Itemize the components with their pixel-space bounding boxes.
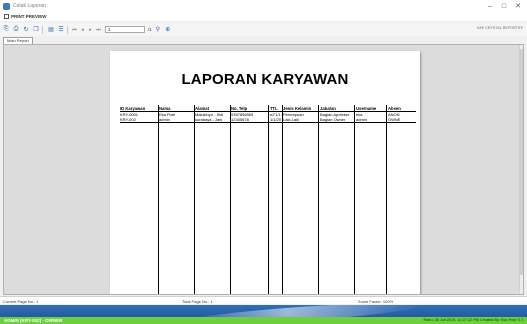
report-title: LAPORAN KARYAWAN — [181, 71, 349, 88]
column-header: Alamat — [195, 106, 209, 111]
table-header-row: ID Karyawan Nama Alamat No. Telp TTL Jen… — [120, 105, 416, 112]
minimize-button[interactable]: – — [483, 0, 497, 12]
group-tree-icon[interactable]: ☰ — [57, 26, 65, 34]
zoom-icon[interactable]: ⊕ — [164, 26, 172, 34]
logged-in-user: ADMIN (KRY-002) - OWNER — [4, 318, 63, 323]
page-number-input[interactable]: 1 — [105, 26, 145, 33]
toolbar-divider — [67, 25, 68, 34]
binoculars-icon[interactable]: ⚲ — [154, 26, 162, 34]
window-controls: – □ ✕ — [483, 0, 525, 12]
column-header: ID Karyawan — [120, 106, 146, 111]
export-icon[interactable]: ⎘ — [2, 26, 10, 34]
tab-main-report[interactable]: Main Report — [3, 37, 33, 44]
current-page-status: Current Page No.: 1 — [3, 299, 39, 304]
zoom-factor-status: Zoom Factor: 100% — [358, 299, 394, 304]
report-viewer-area: LAPORAN KARYAWAN ID Karyawan Nama Alamat… — [3, 44, 524, 295]
report-page: LAPORAN KARYAWAN ID Karyawan Nama Alamat… — [110, 51, 420, 294]
crystal-reports-brand: SAP CRYSTAL REPORTS® — [476, 26, 523, 30]
viewer-status-bar: Current Page No.: 1 Total Page No.: 1 Zo… — [0, 296, 527, 304]
column-divider — [386, 105, 387, 294]
date-time-credit: Rabu, 30 Juli 2019, 10:27:22 PM Created … — [423, 318, 524, 322]
close-button[interactable]: ✕ — [511, 0, 525, 12]
column-header: Nama — [159, 106, 171, 111]
column-divider — [282, 105, 283, 294]
column-header: No. Telp — [231, 106, 248, 111]
report-tab-row: Main Report — [0, 36, 527, 44]
toggle-tree-icon[interactable]: ▤ — [47, 26, 55, 34]
window-title-bar: Cetak Laporan – □ ✕ — [0, 0, 527, 12]
page-count-label: /1 — [148, 27, 152, 32]
scrollbar-thumb[interactable] — [519, 49, 523, 275]
column-header: Jabatan — [320, 106, 336, 111]
window-title: Cetak Laporan — [13, 3, 46, 9]
next-page-icon[interactable]: ▸ — [87, 26, 94, 34]
column-header: TTL — [270, 106, 278, 111]
column-header: Jenis Kelamin — [283, 106, 312, 111]
column-divider — [354, 105, 355, 294]
app-footer-banner: ADMIN (KRY-002) - OWNER Rabu, 30 Juli 20… — [0, 305, 527, 324]
employee-table: ID Karyawan Nama Alamat No. Telp TTL Jen… — [120, 105, 416, 123]
column-header: Username — [356, 106, 377, 111]
last-page-icon[interactable]: ⏭ — [95, 26, 102, 34]
column-divider — [230, 105, 231, 294]
copy-icon[interactable]: ❐ — [32, 26, 40, 34]
toolbar-divider — [42, 25, 43, 34]
table-bottom-rule — [120, 122, 416, 123]
print-icon[interactable]: ⎙ — [12, 26, 20, 34]
app-icon — [3, 2, 10, 10]
vertical-scrollbar[interactable] — [519, 45, 523, 294]
refresh-icon[interactable]: ↻ — [22, 26, 30, 34]
print-preview-label: PRINT PREVIEW — [11, 14, 47, 19]
first-page-icon[interactable]: ⏮ — [71, 26, 78, 34]
print-preview-header: PRINT PREVIEW — [0, 12, 527, 21]
previous-page-icon[interactable]: ◂ — [79, 26, 86, 34]
column-divider — [194, 105, 195, 294]
column-divider — [158, 105, 159, 294]
column-divider — [268, 105, 269, 294]
print-preview-icon — [4, 14, 9, 19]
report-viewer-window: { "window": { "title": "Cetak Laporan", … — [0, 0, 527, 324]
report-toolbar: ⎘ ⎙ ↻ ❐ ▤ ☰ ⏮ ◂ ▸ ⏭ 1 /1 ⚲ ⊕ SAP CRYSTAL… — [0, 23, 527, 36]
total-page-status: Total Page No.: 1 — [182, 299, 213, 304]
column-header: Absen — [388, 106, 401, 111]
column-divider — [318, 105, 319, 294]
maximize-button[interactable]: □ — [497, 0, 511, 12]
